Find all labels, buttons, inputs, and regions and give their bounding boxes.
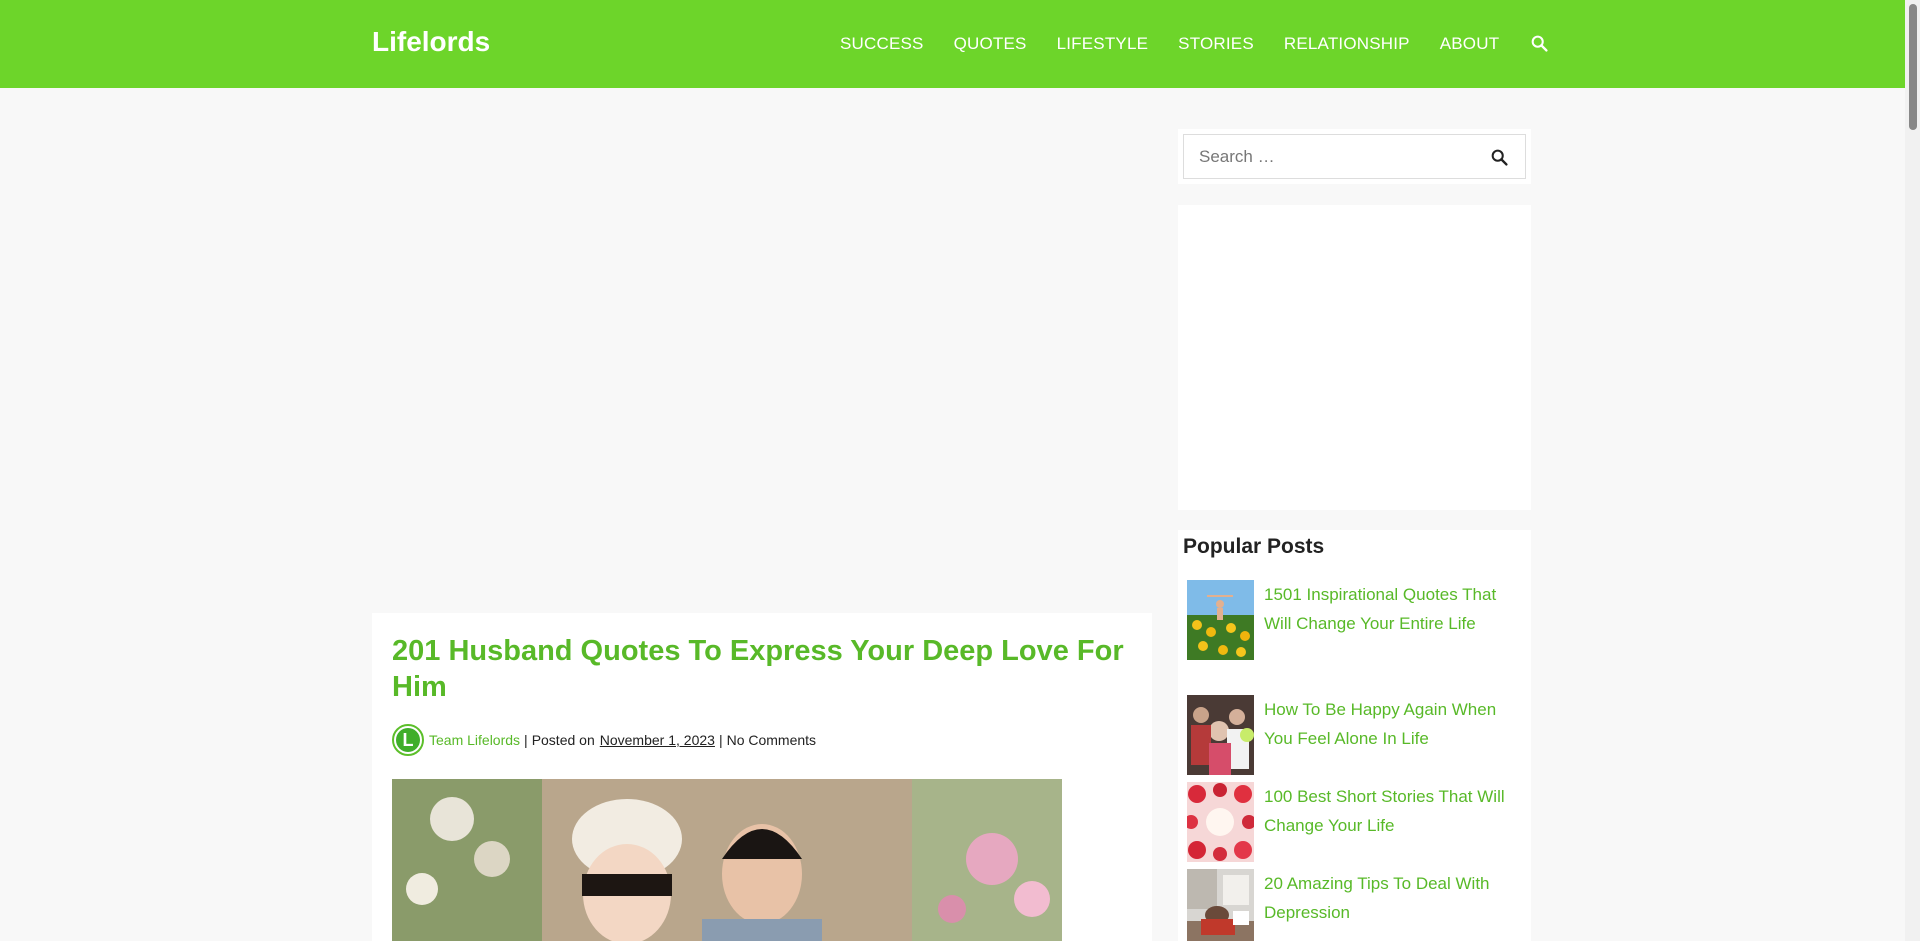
avatar-letter: L — [396, 728, 420, 752]
search-submit-icon[interactable] — [1489, 147, 1511, 169]
post-thumbnail[interactable] — [1187, 695, 1254, 775]
nav-item-relationship[interactable]: RELATIONSHIP — [1284, 34, 1410, 54]
sidebar-ad-placeholder — [1178, 205, 1531, 510]
meta-separator: | — [524, 732, 528, 748]
popular-post-item[interactable]: 1501 Inspirational Quotes That Will Chan… — [1187, 580, 1527, 660]
nav-item-quotes[interactable]: QUOTES — [954, 34, 1027, 54]
article-card: 201 Husband Quotes To Express Your Deep … — [372, 613, 1152, 941]
ad-placeholder — [372, 113, 1152, 613]
article-meta: L Team Lifelords | Posted on November 1,… — [392, 724, 816, 756]
post-date-link[interactable]: November 1, 2023 — [600, 732, 715, 748]
nav-item-about[interactable]: ABOUT — [1440, 34, 1500, 54]
page-scrollbar[interactable] — [1905, 0, 1920, 941]
popular-post-item[interactable]: 20 Amazing Tips To Deal With Depression — [1187, 869, 1527, 941]
search-input[interactable] — [1184, 135, 1474, 178]
nav-item-success[interactable]: SUCCESS — [840, 34, 924, 54]
posted-label: Posted on — [531, 732, 595, 748]
search-form — [1183, 134, 1526, 179]
site-header: Lifelords SUCCESS QUOTES LIFESTYLE STORI… — [0, 0, 1905, 88]
comments-count: No Comments — [726, 732, 817, 748]
meta-separator: | — [718, 732, 723, 748]
popular-post-item[interactable]: How To Be Happy Again When You Feel Alon… — [1187, 695, 1527, 775]
site-logo[interactable]: Lifelords — [372, 26, 490, 58]
post-thumbnail[interactable] — [1187, 782, 1254, 862]
popular-posts-widget: Popular Posts 1501 Inspirational Quotes … — [1178, 530, 1531, 941]
post-title-link[interactable]: How To Be Happy Again When You Feel Alon… — [1264, 695, 1527, 775]
popular-posts-title: Popular Posts — [1183, 535, 1325, 558]
nav-item-lifestyle[interactable]: LIFESTYLE — [1057, 34, 1149, 54]
sidebar-search-widget — [1178, 129, 1531, 184]
post-thumbnail[interactable] — [1187, 580, 1254, 660]
post-title-link[interactable]: 100 Best Short Stories That Will Change … — [1264, 782, 1527, 862]
search-icon[interactable] — [1529, 33, 1551, 55]
author-avatar[interactable]: L — [392, 724, 424, 756]
featured-image[interactable] — [392, 779, 1062, 941]
post-thumbnail[interactable] — [1187, 869, 1254, 941]
author-link[interactable]: Team Lifelords — [429, 732, 520, 748]
popular-post-item[interactable]: 100 Best Short Stories That Will Change … — [1187, 782, 1527, 862]
post-title-link[interactable]: 20 Amazing Tips To Deal With Depression — [1264, 869, 1527, 941]
article-title[interactable]: 201 Husband Quotes To Express Your Deep … — [392, 633, 1132, 705]
post-title-link[interactable]: 1501 Inspirational Quotes That Will Chan… — [1264, 580, 1527, 660]
main-nav: SUCCESS QUOTES LIFESTYLE STORIES RELATIO… — [810, 0, 1551, 88]
scrollbar-thumb[interactable] — [1909, 4, 1917, 130]
nav-item-stories[interactable]: STORIES — [1178, 34, 1254, 54]
